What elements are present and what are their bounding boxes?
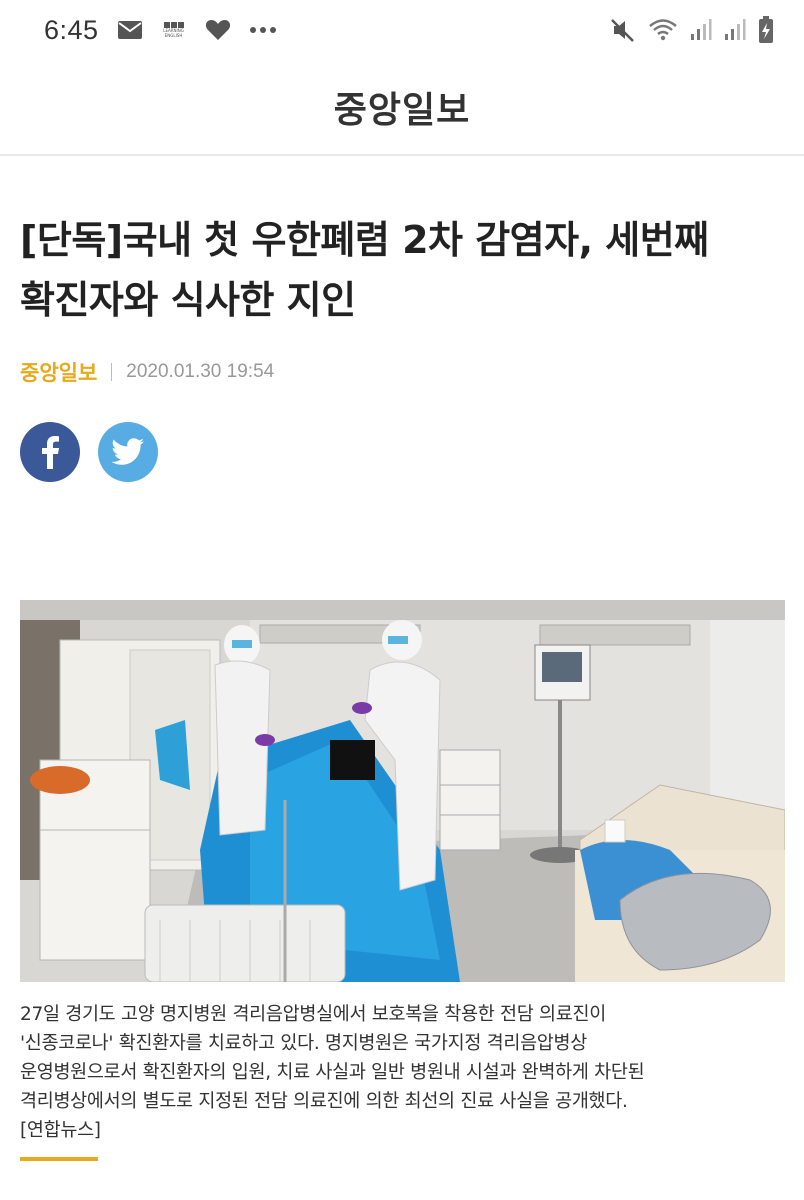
logo[interactable]: 중앙일보 <box>334 81 470 133</box>
mail-icon <box>117 20 143 40</box>
app-header: 중앙일보 <box>0 60 804 156</box>
headline-line: 확진자와 식사한 지인 <box>20 278 356 322</box>
twitter-icon <box>111 438 144 465</box>
status-time: 6:45 <box>44 14 99 45</box>
more-dots-icon <box>249 26 277 34</box>
bbc-learning-english-icon: LEARNING ENGLISH <box>161 19 187 41</box>
mute-icon <box>610 17 636 43</box>
headline-line: [단독]국내 첫 우한폐렴 2차 감염자, 세번째 <box>20 218 709 262</box>
article-photo <box>20 600 785 982</box>
battery-charging-icon <box>758 16 774 44</box>
twitter-share-button[interactable] <box>98 422 158 482</box>
caption-line: 운영병원으로서 확진환자의 입원, 치료 사실과 일반 병원내 시설과 완벽하게… <box>20 1062 645 1083</box>
signal-icon <box>690 18 712 42</box>
caption-line: '신종코로나' 확진환자를 치료하고 있다. 명지병원은 국가지정 격리음압병상 <box>20 1033 587 1054</box>
caption-line: 격리병상에서의 별도로 지정된 전담 의료진에 의한 최선의 진료 사실을 공개… <box>20 1091 628 1112</box>
article-date: 2020.01.30 19:54 <box>126 361 275 382</box>
status-bar: 6:45 LEARNING ENGLISH <box>0 0 804 60</box>
facebook-share-button[interactable] <box>20 422 80 482</box>
facebook-icon <box>42 436 59 469</box>
caption-line: 27일 경기도 고양 명지병원 격리음압병실에서 보호복을 착용한 전담 의료진… <box>20 1004 606 1025</box>
share-buttons <box>20 422 158 482</box>
signal-icon <box>724 18 746 42</box>
heart-icon <box>205 18 231 42</box>
article-meta: 중앙일보 2020.01.30 19:54 <box>20 354 274 390</box>
notification-icons: LEARNING ENGLISH <box>117 18 277 42</box>
photo-caption: 27일 경기도 고양 명지병원 격리음압병실에서 보호복을 착용한 전담 의료진… <box>20 1000 790 1145</box>
article-source[interactable]: 중앙일보 <box>20 357 97 387</box>
article-headline: [단독]국내 첫 우한폐렴 2차 감염자, 세번째 확진자와 식사한 지인 <box>20 210 790 330</box>
wifi-icon <box>648 18 678 42</box>
system-icons <box>610 16 774 44</box>
caption-line: [연합뉴스] <box>20 1120 101 1141</box>
accent-bar <box>20 1157 98 1161</box>
meta-divider <box>111 363 113 381</box>
